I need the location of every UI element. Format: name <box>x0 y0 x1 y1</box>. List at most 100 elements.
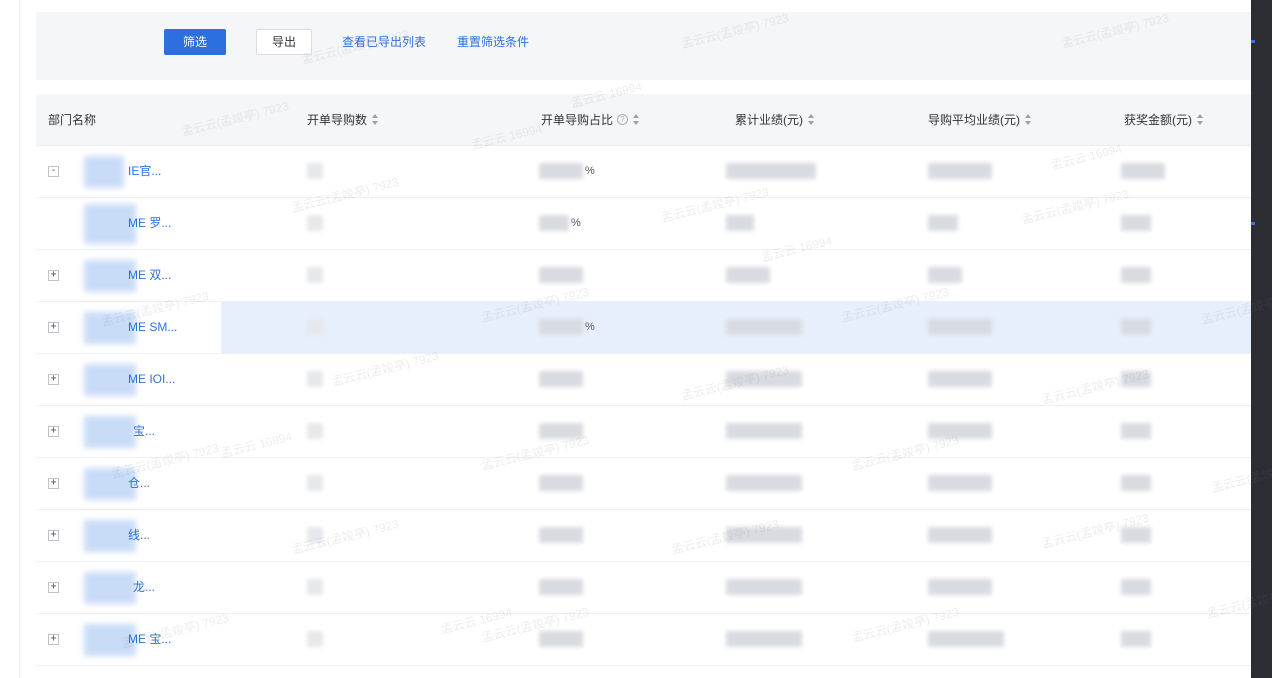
redacted-value <box>539 319 583 335</box>
table-row[interactable]: - IE官...% <box>36 146 1251 198</box>
column-header-3[interactable]: 累计业绩(元) <box>735 94 815 146</box>
department-name-link[interactable]: 线... <box>128 510 150 561</box>
redacted-value <box>726 267 770 283</box>
expand-icon[interactable]: + <box>48 634 59 645</box>
redacted-value <box>928 631 1004 647</box>
sort-icon[interactable] <box>633 113 640 126</box>
redacted-value <box>928 579 992 595</box>
redacted-value <box>307 579 323 595</box>
column-header-1[interactable]: 开单导购数 <box>307 94 379 146</box>
sort-icon[interactable] <box>808 113 815 126</box>
department-performance-table: 部门名称 开单导购数 开单导购占比? 累计业绩(元) 导购平均业绩(元) 获奖金额(元) … <box>36 94 1251 666</box>
redacted-value <box>1121 579 1151 595</box>
table-row[interactable]: + 宝... <box>36 406 1251 458</box>
redacted-value <box>726 423 802 439</box>
filter-toolbar: 筛选 导出 查看已导出列表 重置筛选条件 <box>36 12 1251 80</box>
department-name-link[interactable]: 龙... <box>133 562 155 613</box>
redacted-value <box>539 163 583 179</box>
value-suffix: % <box>585 165 595 177</box>
redacted-value <box>307 527 323 543</box>
redacted-value <box>726 215 754 231</box>
redacted-value <box>1121 631 1151 647</box>
expand-icon[interactable]: + <box>48 426 59 437</box>
redacted-value <box>1121 215 1151 231</box>
redacted-value <box>539 631 583 647</box>
value-suffix: % <box>585 321 595 333</box>
column-header-0: 部门名称 <box>48 94 96 146</box>
expand-icon[interactable]: + <box>48 322 59 333</box>
redacted-value <box>1121 371 1151 387</box>
sort-icon[interactable] <box>372 113 379 126</box>
column-header-label: 开单导购占比 <box>541 113 614 127</box>
redacted-value <box>307 267 323 283</box>
department-name-link[interactable]: ME SM... <box>128 302 177 353</box>
reset-filter-link[interactable]: 重置筛选条件 <box>457 29 529 55</box>
table-row[interactable]: + ME 双... <box>36 250 1251 302</box>
department-name-link[interactable]: ME 罗... <box>128 198 171 249</box>
help-icon[interactable]: ? <box>617 114 629 126</box>
column-header-label: 部门名称 <box>48 113 97 127</box>
redacted-value <box>307 371 323 387</box>
table-row[interactable]: + 仓... <box>36 458 1251 510</box>
left-divider <box>19 0 20 678</box>
column-header-5[interactable]: 获奖金额(元) <box>1124 94 1204 146</box>
column-header-4[interactable]: 导购平均业绩(元) <box>928 94 1032 146</box>
table-row[interactable]: + 龙... <box>36 562 1251 614</box>
redacted-value <box>539 267 583 283</box>
department-name-link[interactable]: 宝... <box>133 406 155 457</box>
department-name-link[interactable]: 仓... <box>128 458 150 509</box>
redacted-value <box>1121 423 1151 439</box>
department-name-link[interactable]: ME IOI... <box>128 354 175 405</box>
redacted-value <box>726 319 802 335</box>
redacted-name <box>84 416 136 448</box>
expand-icon[interactable]: + <box>48 270 59 281</box>
value-suffix: % <box>571 217 581 229</box>
redacted-value <box>928 371 992 387</box>
redacted-value <box>1121 267 1151 283</box>
redacted-value <box>1121 527 1151 543</box>
table-row[interactable]: + ME IOI... <box>36 354 1251 406</box>
expand-icon[interactable]: + <box>48 478 59 489</box>
table-row[interactable]: + ME 宝... <box>36 614 1251 666</box>
table-row[interactable]: + ME SM...% <box>36 302 1251 354</box>
expand-icon[interactable]: + <box>48 530 59 541</box>
adjacent-window-edge <box>1251 0 1272 678</box>
department-name-link[interactable]: IE官... <box>128 146 161 197</box>
redacted-value <box>928 527 992 543</box>
collapse-icon[interactable]: - <box>48 166 59 177</box>
redacted-value <box>1121 475 1151 491</box>
department-name-link[interactable]: ME 双... <box>128 250 171 301</box>
export-button[interactable]: 导出 <box>256 29 312 55</box>
department-name-link[interactable]: ME 宝... <box>128 614 171 665</box>
redacted-value <box>307 475 323 491</box>
redacted-value <box>726 631 802 647</box>
redacted-value <box>539 475 583 491</box>
column-header-label: 导购平均业绩(元) <box>928 113 1020 127</box>
expand-icon[interactable]: + <box>48 374 59 385</box>
redacted-value <box>726 475 802 491</box>
table-header: 部门名称 开单导购数 开单导购占比? 累计业绩(元) 导购平均业绩(元) 获奖金额(元) <box>36 94 1251 146</box>
filter-button[interactable]: 筛选 <box>164 29 226 55</box>
table-row[interactable]: + 线... <box>36 510 1251 562</box>
redacted-value <box>1121 319 1151 335</box>
redacted-value <box>539 579 583 595</box>
redacted-value <box>726 527 802 543</box>
redacted-value <box>726 371 802 387</box>
column-header-2[interactable]: 开单导购占比? <box>541 94 640 146</box>
redacted-name <box>84 156 124 188</box>
redacted-name <box>84 572 136 604</box>
redacted-value <box>539 215 569 231</box>
sort-icon[interactable] <box>1197 113 1204 126</box>
redacted-value <box>928 215 958 231</box>
view-exported-list-link[interactable]: 查看已导出列表 <box>342 29 426 55</box>
table-row[interactable]: ME 罗...% <box>36 198 1251 250</box>
sort-icon[interactable] <box>1025 113 1032 126</box>
redacted-value <box>928 475 992 491</box>
redacted-value <box>307 319 323 335</box>
expand-icon[interactable]: + <box>48 582 59 593</box>
redacted-value <box>307 631 323 647</box>
redacted-value <box>928 163 992 179</box>
column-header-label: 开单导购数 <box>307 113 368 127</box>
column-header-label: 累计业绩(元) <box>735 113 803 127</box>
page: 筛选 导出 查看已导出列表 重置筛选条件 部门名称 开单导购数 开单导购占比? 累计业… <box>0 0 1272 678</box>
